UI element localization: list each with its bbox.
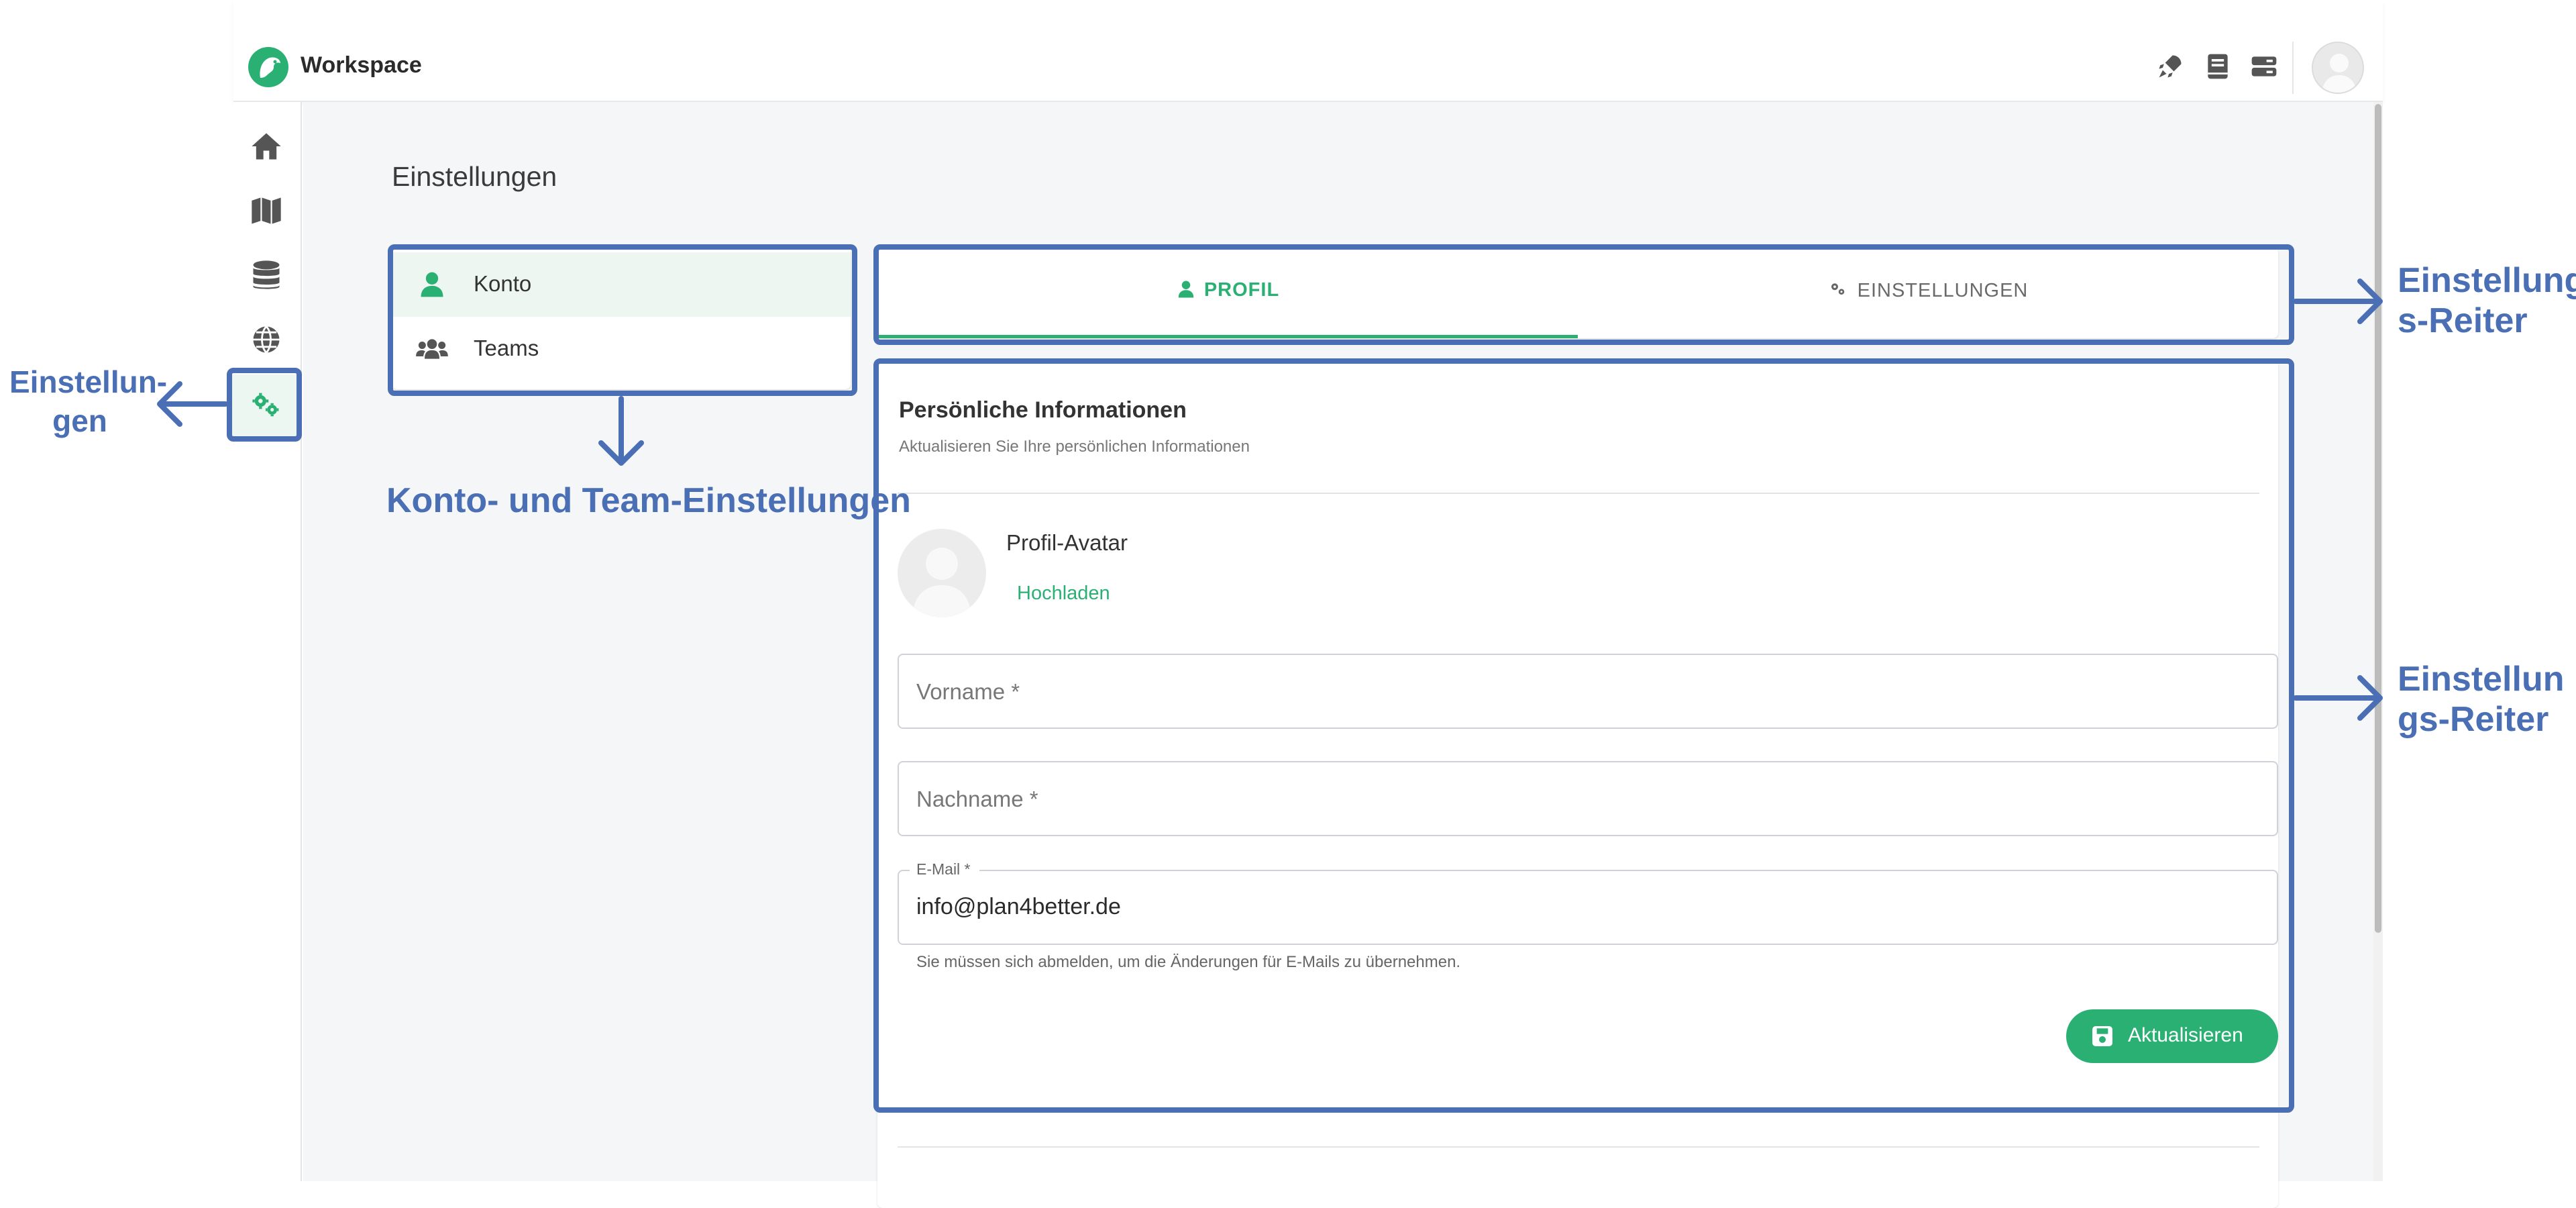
annotation-settings: Einstellun- gen bbox=[9, 364, 168, 438]
topbar-divider bbox=[2292, 42, 2294, 94]
rocket-icon[interactable] bbox=[2155, 52, 2185, 81]
annotation-box-sidebar bbox=[227, 368, 302, 442]
app-logo[interactable] bbox=[247, 46, 290, 89]
server-icon[interactable] bbox=[2249, 52, 2279, 81]
annotation-box-profile bbox=[873, 358, 2294, 1113]
annotation-box-menu bbox=[388, 244, 857, 396]
annotation-content: Einstellun gs-Reiter bbox=[2398, 660, 2565, 739]
book-icon[interactable] bbox=[2203, 52, 2233, 81]
annotation-box-tabs bbox=[873, 244, 2294, 345]
user-avatar[interactable] bbox=[2312, 42, 2364, 94]
top-bar bbox=[233, 0, 2383, 102]
globe-icon[interactable] bbox=[249, 322, 284, 357]
page-title: Einstellungen bbox=[392, 161, 557, 192]
arrow-left bbox=[157, 381, 228, 427]
scrollbar-thumb[interactable] bbox=[2375, 104, 2381, 933]
database-icon[interactable] bbox=[249, 258, 284, 293]
section-divider bbox=[898, 1146, 2259, 1148]
annotation-tabs: Einstellung s-Reiter bbox=[2398, 261, 2576, 340]
home-icon[interactable] bbox=[249, 129, 284, 164]
app-title: Workspace bbox=[301, 52, 422, 78]
map-icon[interactable] bbox=[249, 193, 284, 228]
annotation-account-team: Konto- und Team-Einstellungen bbox=[386, 481, 911, 520]
